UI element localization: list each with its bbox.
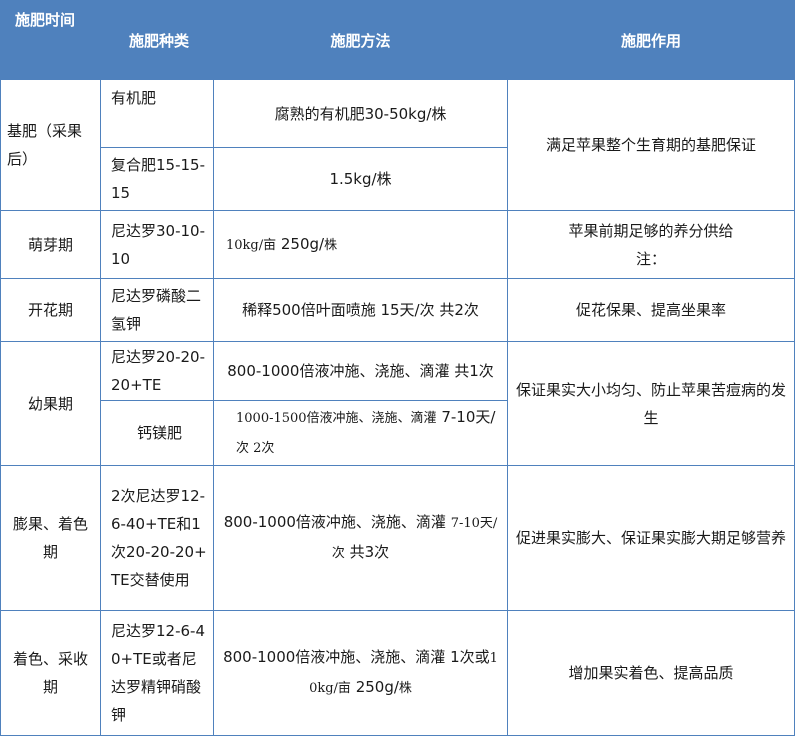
fertilization-table: 施肥时间 施肥种类 施肥方法 施肥作用 基肥（采果后） 有机肥 腐熟的有机肥30…: [0, 0, 795, 736]
cell-time: 萌芽期: [0, 210, 101, 279]
cell-kind: 尼达罗30-10-10: [100, 210, 214, 279]
cell-effect: 促花保果、提高坐果率: [507, 278, 795, 342]
header-row: 施肥时间 施肥种类 施肥方法 施肥作用: [0, 0, 795, 80]
cell-time: 开花期: [0, 278, 101, 342]
method-part: 7-10天/: [436, 408, 496, 426]
cell-kind: 尼达罗20-20-20+TE: [100, 341, 214, 401]
cell-method: 800-1000倍液冲施、浇施、滴灌 1次或10kg/亩 250g/株: [213, 610, 508, 736]
cell-effect: 苹果前期足够的养分供给 注：: [507, 210, 795, 279]
method-part: 1000-1500倍液冲施、浇施、滴灌: [236, 411, 437, 426]
method-part: 株: [324, 237, 338, 253]
cell-method: 800-1000倍液冲施、浇施、滴灌 7-10天/次 共3次: [213, 465, 508, 611]
header-time: 施肥时间: [0, 0, 101, 80]
cell-kind: 尼达罗12-6-40+TE或者尼达罗精钾硝酸钾: [100, 610, 214, 736]
table-row: 膨果、着色期 2次尼达罗12-6-40+TE和1次20-20-20+TE交替使用…: [0, 465, 795, 611]
table-row: 幼果期 尼达罗20-20-20+TE 800-1000倍液冲施、浇施、滴灌 共1…: [0, 341, 795, 466]
cell-kind: 有机肥: [100, 79, 214, 148]
cell-effect: 保证果实大小均匀、防止苹果苦痘病的发生: [507, 341, 795, 466]
method-part: 共3次: [344, 543, 390, 561]
cell-time: 基肥（采果后）: [0, 79, 101, 211]
method-part: 次 2次: [236, 441, 275, 456]
cell-method: 1000-1500倍液冲施、浇施、滴灌 7-10天/次 2次: [213, 400, 508, 466]
header-effect: 施肥作用: [507, 0, 795, 80]
cell-kind: 2次尼达罗12-6-40+TE和1次20-20-20+TE交替使用: [100, 465, 214, 611]
method-part: 250g/: [350, 678, 399, 696]
method-part: 10kg/亩: [226, 237, 277, 253]
effect-text: 苹果前期足够的养分供给: [568, 221, 734, 240]
cell-time: 幼果期: [0, 341, 101, 466]
method-part: 800-1000倍液冲施、浇施、滴灌: [223, 513, 451, 531]
cell-effect: 增加果实着色、提高品质: [507, 610, 795, 736]
note-text: 注：: [635, 249, 666, 268]
cell-time: 着色、采收期: [0, 610, 101, 736]
table-row: 开花期 尼达罗磷酸二氢钾 稀释500倍叶面喷施 15天/次 共2次 促花保果、提…: [0, 278, 795, 342]
method-part: 800-1000倍液冲施、浇施、滴灌 1次或: [223, 648, 490, 666]
header-method: 施肥方法: [213, 0, 508, 80]
cell-method: 1.5kg/株: [213, 147, 508, 211]
cell-kind: 尼达罗磷酸二氢钾: [100, 278, 214, 342]
method-part: 株: [398, 681, 412, 696]
method-part: 250g/: [276, 234, 325, 253]
cell-method: 10kg/亩 250g/株: [213, 210, 508, 279]
cell-method: 800-1000倍液冲施、浇施、滴灌 共1次: [213, 341, 508, 401]
cell-kind: 钙镁肥: [100, 400, 214, 466]
table-row: 萌芽期 尼达罗30-10-10 10kg/亩 250g/株 苹果前期足够的养分供…: [0, 210, 795, 279]
table-row: 着色、采收期 尼达罗12-6-40+TE或者尼达罗精钾硝酸钾 800-1000倍…: [0, 610, 795, 736]
cell-kind: 复合肥15-15-15: [100, 147, 214, 211]
cell-effect: 满足苹果整个生育期的基肥保证: [507, 79, 795, 211]
header-kind: 施肥种类: [100, 0, 214, 80]
cell-effect: 促进果实膨大、保证果实膨大期足够营养: [507, 465, 795, 611]
cell-method: 腐熟的有机肥30-50kg/株: [213, 79, 508, 148]
cell-time: 膨果、着色期: [0, 465, 101, 611]
table-row: 基肥（采果后） 有机肥 腐熟的有机肥30-50kg/株 满足苹果整个生育期的基肥…: [0, 79, 795, 211]
cell-method: 稀释500倍叶面喷施 15天/次 共2次: [213, 278, 508, 342]
